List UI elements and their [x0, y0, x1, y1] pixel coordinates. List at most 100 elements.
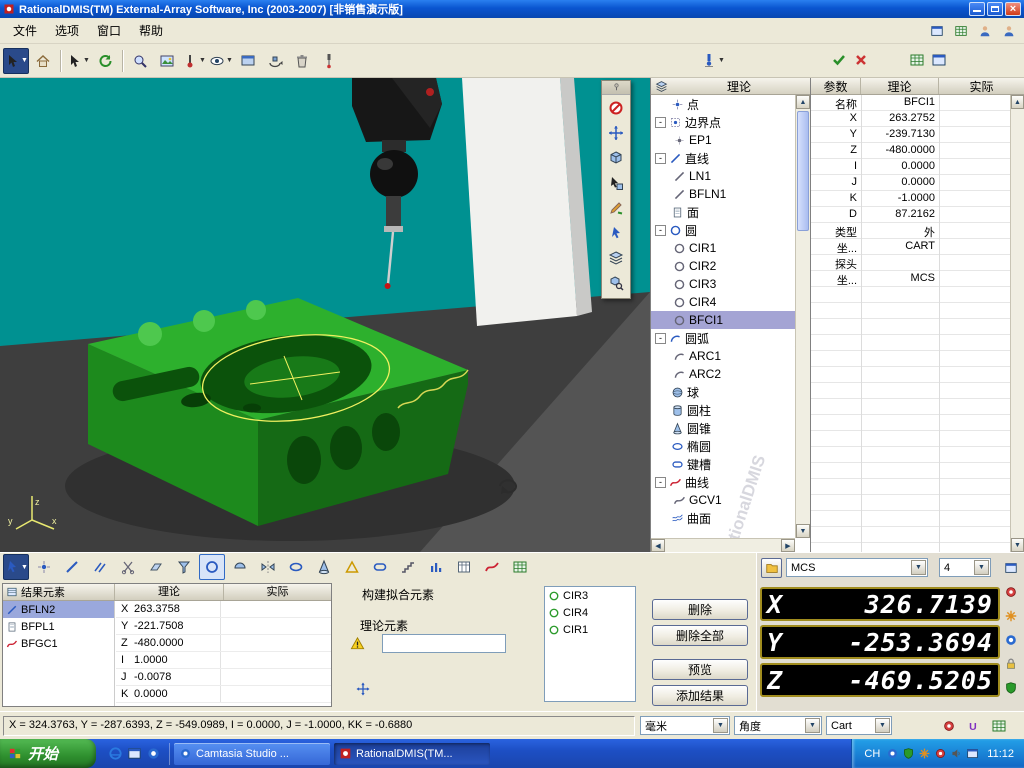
- gear-tray-icon[interactable]: [918, 747, 931, 760]
- scrollbar-thumb[interactable]: [797, 111, 809, 231]
- target-red-tray-icon[interactable]: [934, 747, 947, 760]
- tree-horizontal-scrollbar[interactable]: ◀ ▶: [651, 538, 795, 552]
- property-row[interactable]: 类型 外: [811, 223, 1010, 239]
- window-blue-button[interactable]: [926, 47, 952, 73]
- tree-item-CIR4[interactable]: CIR4: [651, 293, 795, 311]
- pointer-blue-button[interactable]: ▼: [3, 554, 29, 580]
- angle-combo[interactable]: 角度 ▼: [734, 716, 822, 735]
- theoretical-element-input[interactable]: [382, 634, 506, 653]
- property-row[interactable]: 坐... MCS: [811, 271, 1010, 287]
- line-button[interactable]: [59, 554, 85, 580]
- tree-header[interactable]: 理论: [651, 78, 810, 95]
- record-icon[interactable]: [938, 715, 960, 737]
- tree-item-面[interactable]: 面: [651, 203, 795, 221]
- property-row[interactable]: D 87.2162: [811, 207, 1010, 223]
- minimize-button[interactable]: [969, 2, 985, 16]
- cs-folder-button[interactable]: [761, 558, 782, 578]
- chevron-down-icon[interactable]: ▼: [974, 560, 989, 575]
- tree-item-球[interactable]: 球: [651, 383, 795, 401]
- probe-axis-button[interactable]: ▼: [181, 48, 207, 74]
- target-red-button[interactable]: [1000, 581, 1022, 603]
- camtasia-tray-icon[interactable]: [886, 747, 899, 760]
- tree-item-BFCI1[interactable]: BFCI1: [651, 311, 795, 329]
- camtasia-button[interactable]: [1000, 629, 1022, 651]
- action-button-添加结果[interactable]: 添加结果: [652, 685, 748, 706]
- result-item-BFGC1[interactable]: BFGC1: [3, 635, 114, 652]
- curve-red-button[interactable]: [479, 554, 505, 580]
- property-row[interactable]: J 0.0000: [811, 175, 1010, 191]
- chevron-down-icon[interactable]: ▼: [911, 560, 926, 575]
- column-result-elements[interactable]: 结果元素: [3, 584, 115, 600]
- circle-blue-button[interactable]: [199, 554, 225, 580]
- task-button-2[interactable]: RationalDMIS(TM...: [334, 742, 490, 765]
- dro-count-combo[interactable]: 4 ▼: [939, 558, 991, 577]
- tree-item-EP1[interactable]: EP1: [651, 131, 795, 149]
- bars-button[interactable]: [423, 554, 449, 580]
- element-item-CIR4[interactable]: CIR4: [545, 604, 635, 621]
- plane-button[interactable]: [143, 554, 169, 580]
- tree-item-圆弧[interactable]: - 圆弧: [651, 329, 795, 347]
- coordinate-system-combo[interactable]: MCS ▼: [786, 558, 928, 577]
- inspect-cube-button[interactable]: [604, 271, 628, 295]
- pencil-button[interactable]: [604, 196, 628, 220]
- mirror-button[interactable]: [255, 554, 281, 580]
- column-param[interactable]: 参数: [811, 78, 861, 94]
- gear-button[interactable]: [1000, 605, 1022, 627]
- scroll-left-icon[interactable]: ◀: [651, 539, 665, 552]
- move-cross-icon[interactable]: [356, 682, 370, 696]
- tree-item-CIR1[interactable]: CIR1: [651, 239, 795, 257]
- tree-item-CIR3[interactable]: CIR3: [651, 275, 795, 293]
- red-x-button[interactable]: [848, 47, 874, 73]
- slot-button[interactable]: [367, 554, 393, 580]
- tree-item-圆锥[interactable]: 圆锥: [651, 419, 795, 437]
- u-mark-icon[interactable]: U: [962, 715, 984, 737]
- grid-icon[interactable]: [988, 715, 1010, 737]
- shield-green-tray-icon[interactable]: [902, 747, 915, 760]
- point-button[interactable]: [31, 554, 57, 580]
- tree-item-GCV1[interactable]: GCV1: [651, 491, 795, 509]
- window-blue-button[interactable]: [926, 21, 948, 41]
- column-actual[interactable]: 实际: [224, 584, 331, 600]
- property-row[interactable]: Z -480.0000: [811, 143, 1010, 159]
- window-blue-launch-icon[interactable]: [127, 746, 142, 761]
- tree-item-BFLN1[interactable]: BFLN1: [651, 185, 795, 203]
- scroll-down-icon[interactable]: ▼: [1011, 538, 1024, 552]
- coordinate-mode-combo[interactable]: Cart ▼: [826, 716, 892, 735]
- action-button-预览[interactable]: 预览: [652, 659, 748, 680]
- funnel-button[interactable]: [171, 554, 197, 580]
- ie-launch-icon[interactable]: [108, 746, 123, 761]
- properties-scrollbar[interactable]: ▲ ▼: [1010, 95, 1024, 552]
- tree-item-ARC1[interactable]: ARC1: [651, 347, 795, 365]
- tree-item-点[interactable]: 点: [651, 95, 795, 113]
- tree-vertical-scrollbar[interactable]: ▲ ▼: [795, 95, 810, 538]
- pick-button[interactable]: [604, 171, 628, 195]
- property-row[interactable]: K -1.0000: [811, 191, 1010, 207]
- parallel-button[interactable]: [87, 554, 113, 580]
- menu-文件[interactable]: 文件: [4, 18, 46, 43]
- person-button[interactable]: [998, 21, 1020, 41]
- cut-button[interactable]: [115, 554, 141, 580]
- speaker-tray-icon[interactable]: [950, 747, 963, 760]
- property-row[interactable]: 坐... CART: [811, 239, 1010, 255]
- element-item-CIR3[interactable]: CIR3: [545, 587, 635, 604]
- pointer-blue-button[interactable]: [604, 221, 628, 245]
- expander-icon[interactable]: -: [655, 224, 666, 236]
- result-item-BFPL1[interactable]: BFPL1: [3, 618, 114, 635]
- tree-item-曲面[interactable]: 曲面: [651, 509, 795, 527]
- expander-icon[interactable]: -: [655, 476, 666, 488]
- columns-button[interactable]: [451, 554, 477, 580]
- element-item-CIR1[interactable]: CIR1: [545, 621, 635, 638]
- move-arrows-button[interactable]: [604, 121, 628, 145]
- title-bar[interactable]: RationalDMIS(TM) External-Array Software…: [0, 0, 1024, 18]
- tree-item-键槽[interactable]: 键槽: [651, 455, 795, 473]
- probe-tool-button[interactable]: [316, 48, 342, 74]
- menu-帮助[interactable]: 帮助: [130, 18, 172, 43]
- tree-item-直线[interactable]: - 直线: [651, 149, 795, 167]
- property-row[interactable]: 探头: [811, 255, 1010, 271]
- start-button[interactable]: 开始: [0, 739, 96, 768]
- tree-item-圆柱[interactable]: 圆柱: [651, 401, 795, 419]
- cone-button[interactable]: [311, 554, 337, 580]
- person-button[interactable]: [974, 21, 996, 41]
- ellipse-icon-button[interactable]: [283, 554, 309, 580]
- tree-item-圆[interactable]: -圆: [651, 221, 795, 239]
